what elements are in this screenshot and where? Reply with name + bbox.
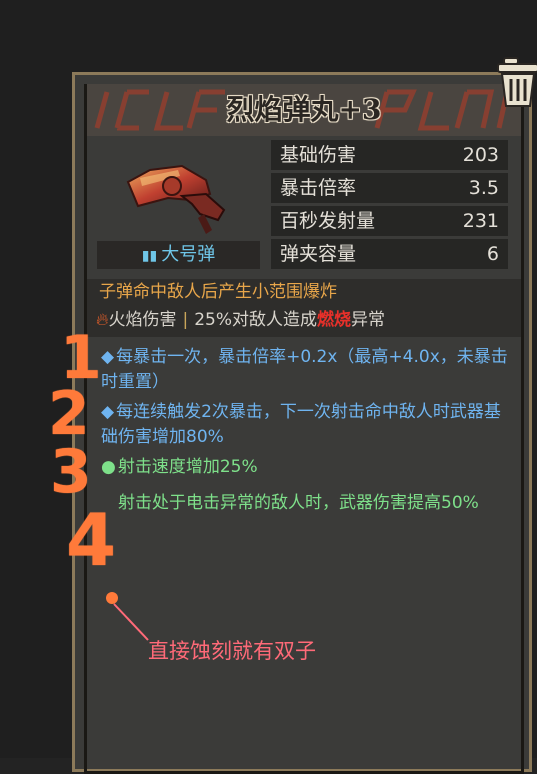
- annotation-note: 直接蚀刻就有双子: [148, 639, 316, 663]
